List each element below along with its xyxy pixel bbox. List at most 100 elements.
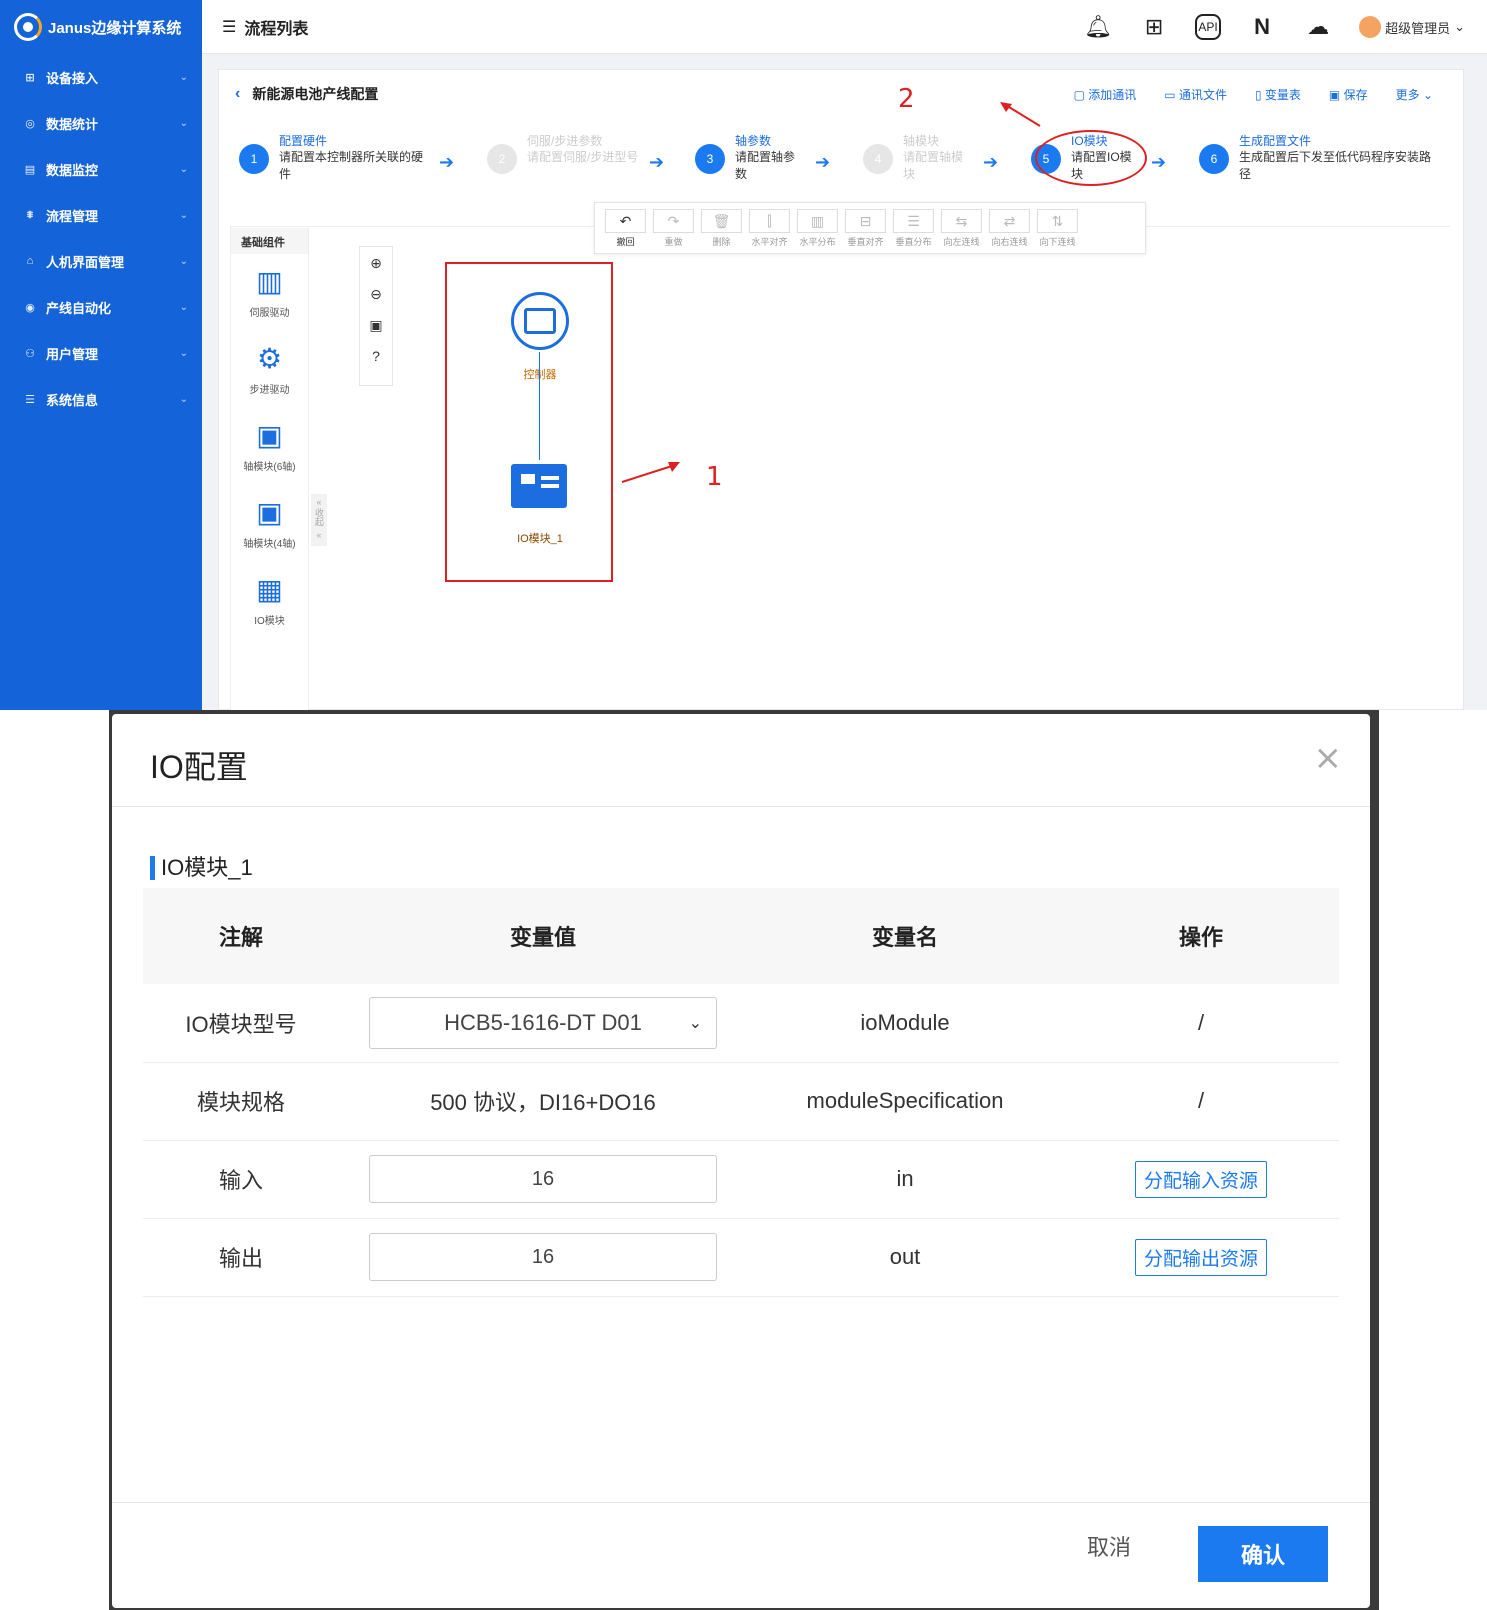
cancel-button[interactable]: 取消 [1087, 1530, 1131, 1562]
redo-button[interactable]: ↷ 重做 [653, 209, 694, 253]
servo-icon: ▥ [256, 266, 283, 297]
output-count-field[interactable] [369, 1233, 717, 1281]
header-note: 注解 [143, 888, 339, 984]
step-6[interactable]: 6 生成配置文件 生成配置后下发至低代码程序安装路径 [1199, 132, 1439, 183]
cloud-upload-icon[interactable]: ☁ [1303, 12, 1333, 42]
palette-axis4[interactable]: ▣ 轴模块(4轴) [231, 485, 308, 562]
confirm-button[interactable]: 确认 [1198, 1526, 1328, 1582]
logo-text: Janus边缘计算系统 [48, 19, 182, 37]
var-table-button[interactable]: ▯ 变量表 [1255, 86, 1301, 103]
annotation-1: 1 [706, 462, 723, 492]
flow-icon: ⩨ [26, 208, 34, 221]
sidebar-item-automation[interactable]: ◉ 产线自动化 ⌄ [0, 284, 202, 330]
collapse-handle[interactable]: «收起 « [311, 494, 327, 546]
chevron-down-icon: ⌄ [179, 209, 188, 221]
assign-output-button[interactable]: 分配输出资源 [1134, 1238, 1267, 1276]
distribute-v-icon: ☰ [893, 209, 934, 233]
arrow-right-icon: ➔ [1151, 152, 1167, 172]
dialog-title: IO配置 [150, 749, 248, 785]
link-left-button[interactable]: ⇆ 向左连线 [941, 209, 982, 253]
nfc-icon[interactable]: N [1247, 12, 1277, 42]
topbar: ☰ 流程列表 🔔︎ ⊞ API N ☁ 超级管理员 ⌄ [202, 0, 1487, 54]
link-down-icon: ⇅ [1037, 209, 1078, 233]
redo-icon: ↷ [653, 209, 694, 233]
align-h-icon: ⫿ [749, 209, 790, 233]
table-row: 模块规格 500 协议，DI16+DO16 moduleSpecificatio… [143, 1062, 1339, 1141]
section-title: IO模块_1 [150, 856, 253, 880]
zoom-controls: ⊕ ⊖ ▣ ? [359, 246, 393, 386]
chevron-down-icon: ⌄ [179, 393, 188, 405]
undo-icon: ↶ [605, 209, 646, 233]
close-icon[interactable]: × [1314, 738, 1343, 778]
canvas[interactable] [230, 226, 1450, 710]
io-module-node[interactable] [511, 464, 567, 508]
zoom-in-icon[interactable]: ⊕ [370, 255, 382, 272]
settings-icon: ☰ [25, 393, 35, 406]
api-icon[interactable]: API [1195, 14, 1222, 40]
link-right-button[interactable]: ⇄ 向右连线 [989, 209, 1030, 253]
step-3[interactable]: 3 轴参数 请配置轴参数 [695, 132, 805, 183]
logo[interactable]: Janus边缘计算系统 [0, 0, 202, 54]
canvas-toolbar: ↶ 撤回 ↷ 重做 🗑︎ 删除 ⫿ 水平对齐 ▥ 水平分布 ⊟ 垂直对齐 ☰ 垂直分布 ⇆ 向左… [594, 202, 1146, 254]
distribute-v-button[interactable]: ☰ 垂直分布 [893, 209, 934, 253]
back-icon[interactable]: ‹ [235, 85, 240, 103]
undo-button[interactable]: ↶ 撤回 [605, 209, 646, 253]
steps: 1 配置硬件 请配置本控制器所关联的硬件 ➔ 2 伺服/步进参数 请配置伺服/步进型号 … [239, 132, 1449, 202]
chevron-down-icon: ⌄ [179, 117, 188, 129]
chevron-down-icon: ⌄ [179, 347, 188, 359]
header-action: 操作 [1063, 888, 1339, 984]
arrow-right-icon: ➔ [649, 152, 665, 172]
more-button[interactable]: 更多 ⌄ [1396, 86, 1433, 103]
stepper-icon: ⚙ [256, 343, 283, 374]
delete-button[interactable]: 🗑︎ 删除 [701, 209, 742, 253]
table-header: 注解 变量值 变量名 操作 [143, 888, 1339, 984]
app-window: Janus边缘计算系统 ⊞ 设备接入 ⌄ ◎ 数据统计 ⌄ ▤ 数据监控 ⌄ ⩨ 流程管理 ⌄ … [0, 0, 1487, 710]
sidebar-item-stats[interactable]: ◎ 数据统计 ⌄ [0, 100, 202, 146]
assign-input-button[interactable]: 分配输入资源 [1134, 1160, 1267, 1198]
sidebar-item-system[interactable]: ☰ 系统信息 ⌄ [0, 376, 202, 422]
align-h-button[interactable]: ⫿ 水平对齐 [749, 209, 790, 253]
logo-icon [14, 13, 42, 41]
link-right-icon: ⇄ [989, 209, 1030, 233]
arrow-right-icon: ➔ [815, 152, 831, 172]
controller-icon [524, 308, 556, 334]
sidebar-item-users[interactable]: ⚇ 用户管理 ⌄ [0, 330, 202, 376]
sidebar-item-monitor[interactable]: ▤ 数据监控 ⌄ [0, 146, 202, 192]
arrow-right-icon: ➔ [983, 152, 999, 172]
user-menu[interactable]: 超级管理员 ⌄ [1359, 16, 1465, 38]
fit-view-icon[interactable]: ▣ [369, 317, 382, 334]
link-left-icon: ⇆ [941, 209, 982, 233]
table-row: 输入 in 分配输入资源 [143, 1140, 1339, 1219]
palette-stepper[interactable]: ⚙ 步进驱动 [231, 331, 308, 408]
sidebar-item-devices[interactable]: ⊞ 设备接入 ⌄ [0, 54, 202, 100]
step-2[interactable]: 2 伺服/步进参数 请配置伺服/步进型号 [487, 132, 639, 174]
palette-servo[interactable]: ▥ 伺服驱动 [231, 254, 308, 331]
align-v-button[interactable]: ⊟ 垂直对齐 [845, 209, 886, 253]
add-comm-button[interactable]: ▢ 添加通讯 [1074, 86, 1137, 103]
component-palette: 基础组件 ▥ 伺服驱动 ⚙ 步进驱动 ▣ 轴模块(6轴) ▣ 轴模块(4轴) ▦ IO模块 [231, 228, 309, 710]
menu-fold-icon[interactable]: ☰ [222, 17, 236, 37]
page-title: ☰ 流程列表 [222, 17, 309, 38]
controller-node[interactable] [511, 292, 569, 350]
save-button[interactable]: ▣ 保存 [1329, 86, 1368, 103]
table-row: IO模块型号 HCB5-1616-DT D01 ⌄ ioModule / [143, 984, 1339, 1063]
step-1[interactable]: 1 配置硬件 请配置本控制器所关联的硬件 [239, 132, 424, 183]
palette-io[interactable]: ▦ IO模块 [231, 562, 308, 639]
apps-icon[interactable]: ⊞ [1139, 12, 1169, 42]
palette-axis6[interactable]: ▣ 轴模块(6轴) [231, 408, 308, 485]
link-down-button[interactable]: ⇅ 向下连线 [1037, 209, 1078, 253]
input-count-field[interactable] [369, 1155, 717, 1203]
io-model-select[interactable]: HCB5-1616-DT D01 ⌄ [369, 996, 717, 1049]
trash-icon: 🗑︎ [701, 209, 742, 233]
distribute-h-button[interactable]: ▥ 水平分布 [797, 209, 838, 253]
sidebar: Janus边缘计算系统 ⊞ 设备接入 ⌄ ◎ 数据统计 ⌄ ▤ 数据监控 ⌄ ⩨ 流程管理 ⌄ … [0, 0, 202, 710]
help-icon[interactable]: ? [372, 348, 380, 364]
step-4[interactable]: 4 轴模块 请配置轴模块 [863, 132, 973, 183]
comm-file-button[interactable]: ▭ 通讯文件 [1164, 86, 1227, 103]
monitor-icon: ▤ [24, 163, 36, 176]
sidebar-item-flow[interactable]: ⩨ 流程管理 ⌄ [0, 192, 202, 238]
sidebar-item-hmi[interactable]: ⌂ 人机界面管理 ⌄ [0, 238, 202, 284]
bell-icon[interactable]: 🔔︎ [1083, 12, 1113, 42]
zoom-out-icon[interactable]: ⊖ [370, 286, 382, 303]
connection-line[interactable] [539, 352, 540, 460]
